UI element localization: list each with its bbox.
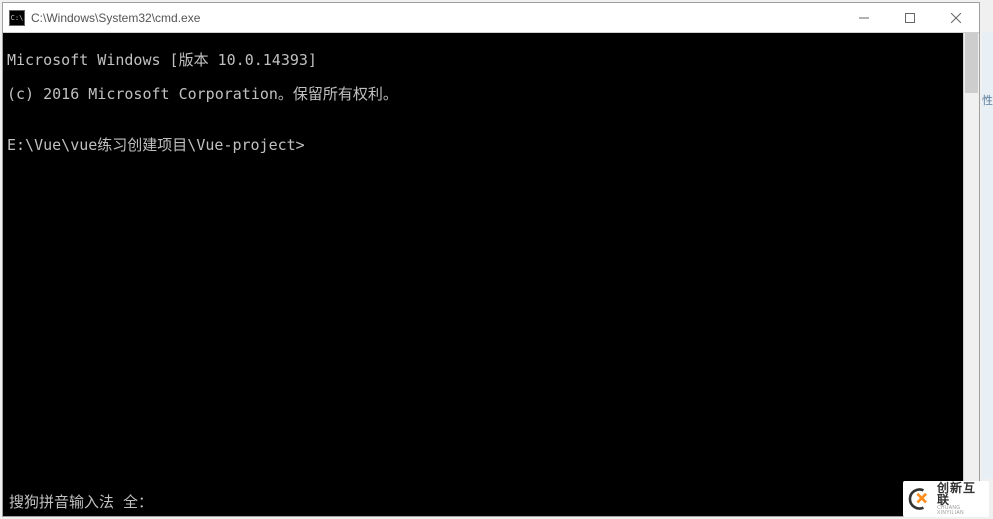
vertical-scrollbar[interactable] (963, 33, 979, 516)
watermark-en: CHUANG XINYILIAN (937, 506, 985, 516)
cmd-icon: C:\ (9, 10, 25, 26)
minimize-button[interactable] (841, 3, 887, 32)
cmd-window: C:\ C:\Windows\System32\cmd.exe Microsof… (2, 2, 980, 517)
console-area[interactable]: Microsoft Windows [版本 10.0.14393] (c) 20… (3, 33, 979, 516)
console-line: Microsoft Windows [版本 10.0.14393] (7, 52, 959, 69)
console-output: Microsoft Windows [版本 10.0.14393] (c) 20… (3, 33, 963, 516)
window-controls (841, 3, 979, 32)
maximize-button[interactable] (887, 3, 933, 32)
watermark-logo-icon (907, 486, 933, 512)
window-title: C:\Windows\System32\cmd.exe (31, 11, 841, 25)
ime-status: 搜狗拼音输入法 全： (9, 491, 153, 512)
scroll-thumb[interactable] (965, 33, 978, 93)
close-button[interactable] (933, 3, 979, 32)
titlebar[interactable]: C:\ C:\Windows\System32\cmd.exe (3, 3, 979, 33)
prompt-text: E:\Vue\vue练习创建项目\Vue-project> (7, 137, 305, 154)
watermark: 创新互联 CHUANG XINYILIAN (903, 481, 989, 517)
prompt-line: E:\Vue\vue练习创建项目\Vue-project> (7, 137, 959, 154)
console-line: (c) 2016 Microsoft Corporation。保留所有权利。 (7, 86, 959, 103)
side-panel-label: 性 (982, 95, 993, 107)
watermark-cn: 创新互联 (937, 482, 985, 506)
side-panel: 性 (982, 32, 993, 479)
watermark-text: 创新互联 CHUANG XINYILIAN (937, 482, 985, 516)
cursor (305, 137, 313, 152)
